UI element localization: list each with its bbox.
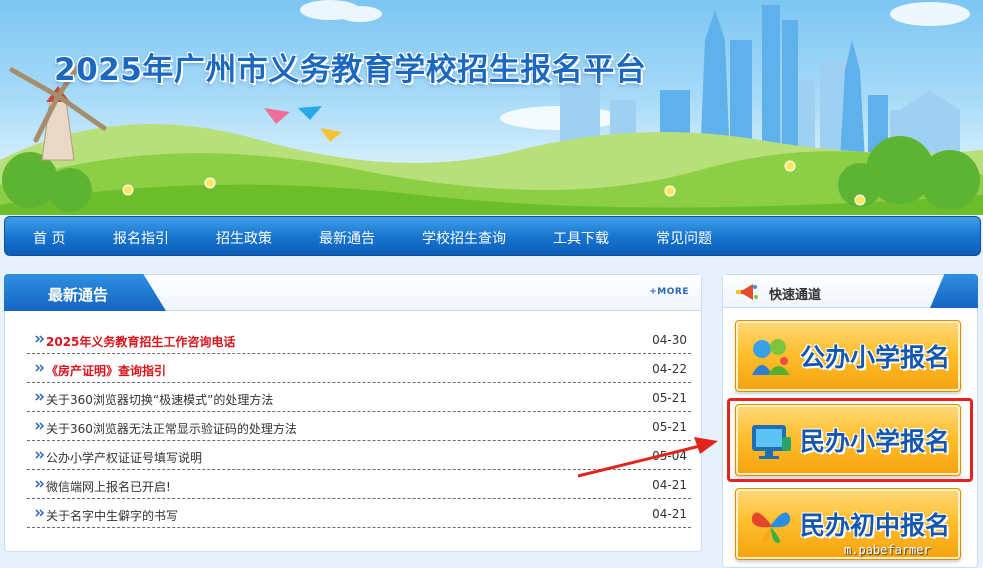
double-arrow-icon (35, 335, 45, 343)
nav-item-notices[interactable]: 最新通告 (319, 228, 375, 248)
nav-item-home[interactable]: 首 页 (33, 228, 65, 248)
nav-item-policy[interactable]: 招生政策 (216, 228, 272, 248)
quick-channel-header: 快速通道 (723, 274, 978, 308)
header-banner: 2025年广州市义务教育学校招生报名平台 (0, 0, 983, 215)
notice-date: 05-21 (652, 391, 687, 405)
banner-illustration (0, 0, 983, 215)
list-item[interactable]: 关于名字中生僻字的书写 04-21 (27, 499, 691, 528)
nav-item-faq[interactable]: 常见问题 (656, 228, 712, 248)
double-arrow-icon (35, 393, 45, 401)
kids-icon (752, 339, 790, 375)
latest-notices-panel: 最新通告 +MORE 2025年义务教育招生工作咨询电话 04-30 《房产证明… (4, 274, 702, 552)
nav-item-school-query[interactable]: 学校招生查询 (422, 228, 506, 248)
notices-list: 2025年义务教育招生工作咨询电话 04-30 《房产证明》查询指引 04-22… (27, 325, 691, 528)
notice-date: 04-22 (652, 362, 687, 376)
more-link[interactable]: +MORE (649, 287, 689, 297)
banner-title: 2025年广州市义务教育学校招生报名平台 (54, 52, 647, 88)
main-nav: 首 页 报名指引 招生政策 最新通告 学校招生查询 工具下载 常见问题 (4, 216, 981, 256)
notices-header: 最新通告 +MORE (4, 274, 701, 311)
notice-title[interactable]: 关于360浏览器无法正常显示验证码的处理方法 (46, 420, 297, 437)
list-item[interactable]: 《房产证明》查询指引 04-22 (27, 354, 691, 383)
nav-item-guide[interactable]: 报名指引 (113, 228, 169, 248)
double-arrow-icon (35, 364, 45, 372)
butterfly-icon (751, 512, 791, 543)
notice-date: 04-21 (652, 507, 687, 521)
button-label: 公办小学报名 (800, 343, 951, 372)
nav-item-tool-download[interactable]: 工具下载 (553, 228, 609, 248)
notice-title[interactable]: 关于名字中生僻字的书写 (46, 507, 178, 524)
notice-title[interactable]: 2025年义务教育招生工作咨询电话 (46, 333, 235, 350)
list-item[interactable]: 微信端网上报名已开启! 04-21 (27, 470, 691, 499)
notice-title[interactable]: 微信端网上报名已开启! (46, 478, 171, 495)
notice-date: 04-30 (652, 333, 687, 347)
list-item[interactable]: 关于360浏览器无法正常显示验证码的处理方法 05-21 (27, 412, 691, 441)
megaphone-icon (736, 284, 758, 300)
list-item[interactable]: 关于360浏览器切换“极速模式”的处理方法 05-21 (27, 383, 691, 412)
quick-channel-heading: 快速通道 (769, 288, 822, 303)
button-label: 民办初中报名 (800, 511, 951, 540)
double-arrow-icon (35, 480, 45, 488)
header-corner (930, 274, 978, 308)
list-item[interactable]: 公办小学产权证证号填写说明 05-04 (27, 441, 691, 470)
notice-title[interactable]: 关于360浏览器切换“极速模式”的处理方法 (46, 391, 273, 408)
notice-date: 05-04 (652, 449, 687, 463)
notice-title[interactable]: 公办小学产权证证号填写说明 (46, 449, 202, 466)
highlight-box (727, 398, 973, 482)
notice-date: 04-21 (652, 478, 687, 492)
notice-title[interactable]: 《房产证明》查询指引 (46, 362, 166, 379)
notices-heading: 最新通告 (48, 286, 109, 304)
double-arrow-icon (35, 509, 45, 517)
double-arrow-icon (35, 451, 45, 459)
watermark-text: m.pabefarmer (844, 543, 931, 557)
double-arrow-icon (35, 422, 45, 430)
public-primary-signup-button[interactable]: 公办小学报名 (735, 320, 961, 392)
list-item[interactable]: 2025年义务教育招生工作咨询电话 04-30 (27, 325, 691, 354)
notice-date: 05-21 (652, 420, 687, 434)
